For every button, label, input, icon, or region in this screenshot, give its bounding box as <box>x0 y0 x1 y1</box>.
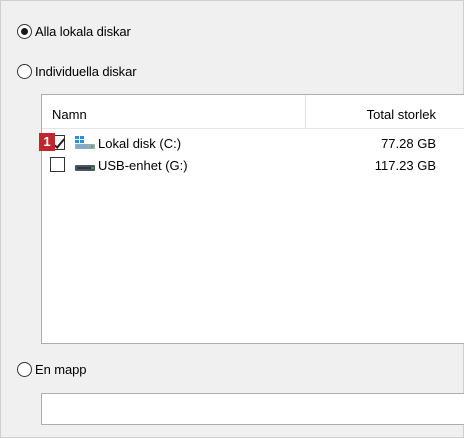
column-divider[interactable] <box>305 95 306 129</box>
radio-label: Individuella diskar <box>35 63 137 79</box>
system-drive-icon <box>75 136 95 149</box>
disk-size: 77.28 GB <box>381 136 436 151</box>
disk-size: 117.23 GB <box>374 158 436 173</box>
list-item[interactable]: USB-enhet (G:) 117.23 GB <box>42 154 464 176</box>
column-header-size[interactable]: Total storlek <box>367 107 436 122</box>
radio-label: Alla lokala diskar <box>35 23 131 39</box>
radio-label: En mapp <box>35 361 87 377</box>
radio-single-folder[interactable]: En mapp <box>17 359 86 379</box>
usb-drive-icon <box>75 165 95 171</box>
disk-checkbox[interactable] <box>50 157 65 172</box>
column-header-name[interactable]: Namn <box>52 107 87 122</box>
radio-button[interactable] <box>17 23 32 39</box>
step-badge: 1 <box>39 133 55 151</box>
disk-name: USB-enhet (G:) <box>98 158 188 173</box>
radio-all-local-disks[interactable]: Alla lokala diskar <box>17 21 131 41</box>
list-item[interactable]: Lokal disk (C:) 77.28 GB <box>42 132 464 154</box>
radio-button[interactable] <box>17 63 32 79</box>
disk-selection-panel: Alla lokala diskar Individuella diskar N… <box>0 0 464 438</box>
list-header: Namn Total storlek <box>42 95 464 129</box>
radio-individual-disks[interactable]: Individuella diskar <box>17 61 137 81</box>
radio-button[interactable] <box>17 361 32 377</box>
folder-path-input[interactable] <box>41 393 464 425</box>
disk-list[interactable]: Namn Total storlek Lokal disk (C:) 77.28… <box>41 94 464 344</box>
disk-name: Lokal disk (C:) <box>98 136 182 151</box>
